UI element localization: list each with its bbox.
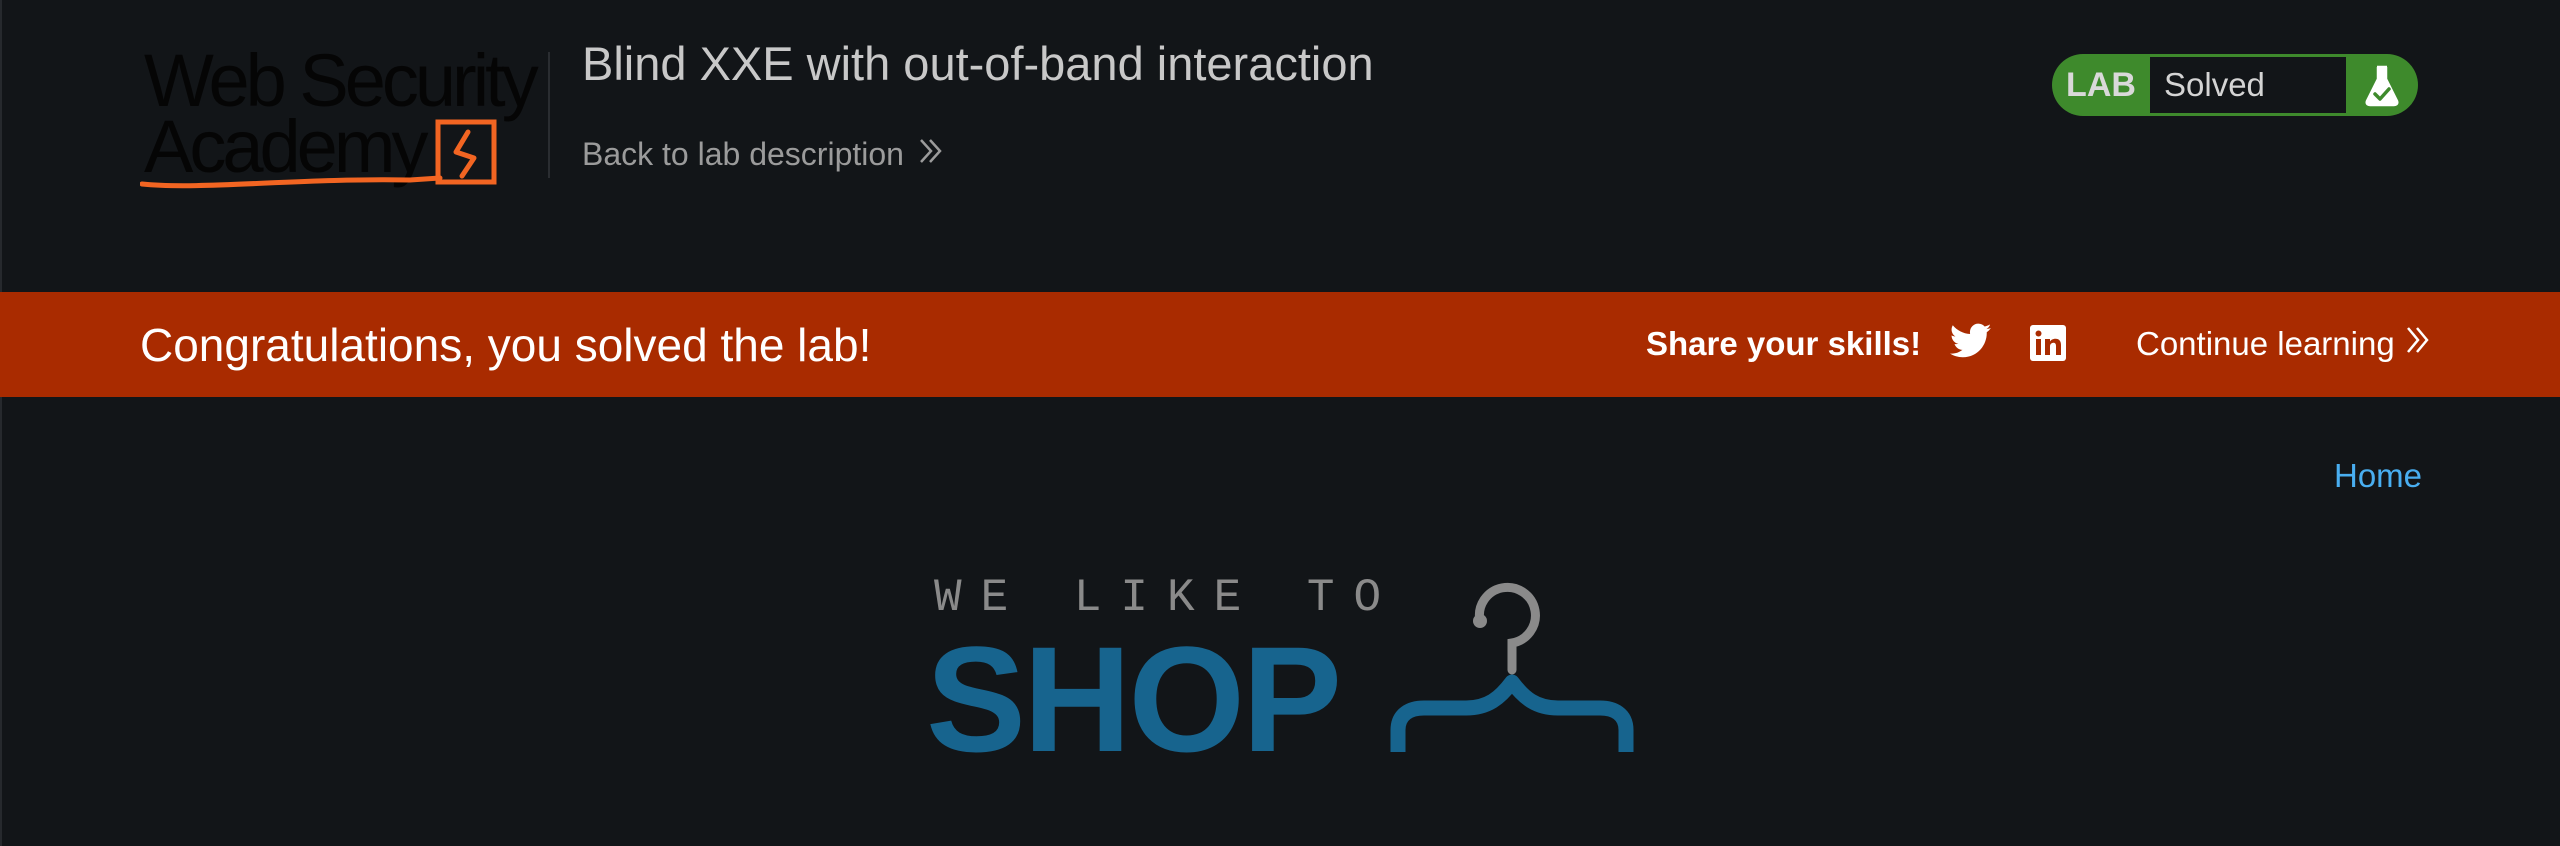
flask-icon <box>2346 54 2418 116</box>
solved-banner: Congratulations, you solved the lab! Sha… <box>0 292 2560 397</box>
shop-title: SHOP <box>926 615 1342 783</box>
lab-tag: LAB <box>2066 65 2136 104</box>
linkedin-icon[interactable] <box>2030 325 2066 366</box>
double-chevron-right-icon <box>918 134 944 174</box>
continue-learning-link[interactable]: Continue learning <box>2136 324 2431 364</box>
twitter-icon[interactable] <box>1949 322 1992 365</box>
hanger-icon <box>1388 578 1634 767</box>
lab-status-badge: LAB Solved <box>2052 54 2418 116</box>
logo-mark-icon <box>140 119 497 189</box>
lab-header: Web Security Academy Blind XXE with out-… <box>0 0 2560 292</box>
double-chevron-right-icon <box>2405 324 2431 364</box>
home-link[interactable]: Home <box>2334 456 2422 496</box>
lab-status-text: Solved <box>2150 57 2346 113</box>
lab-title: Blind XXE with out-of-band interaction <box>582 37 1374 90</box>
continue-learning-label: Continue learning <box>2136 325 2395 362</box>
web-security-academy-logo[interactable]: Web Security Academy <box>140 44 540 190</box>
header-divider <box>548 52 550 178</box>
back-link-label: Back to lab description <box>582 136 904 172</box>
back-to-lab-description-link[interactable]: Back to lab description <box>582 134 944 174</box>
share-skills-label: Share your skills! <box>1646 325 1922 362</box>
page: Web Security Academy Blind XXE with out-… <box>0 0 2560 846</box>
congratulations-message: Congratulations, you solved the lab! <box>140 319 872 371</box>
